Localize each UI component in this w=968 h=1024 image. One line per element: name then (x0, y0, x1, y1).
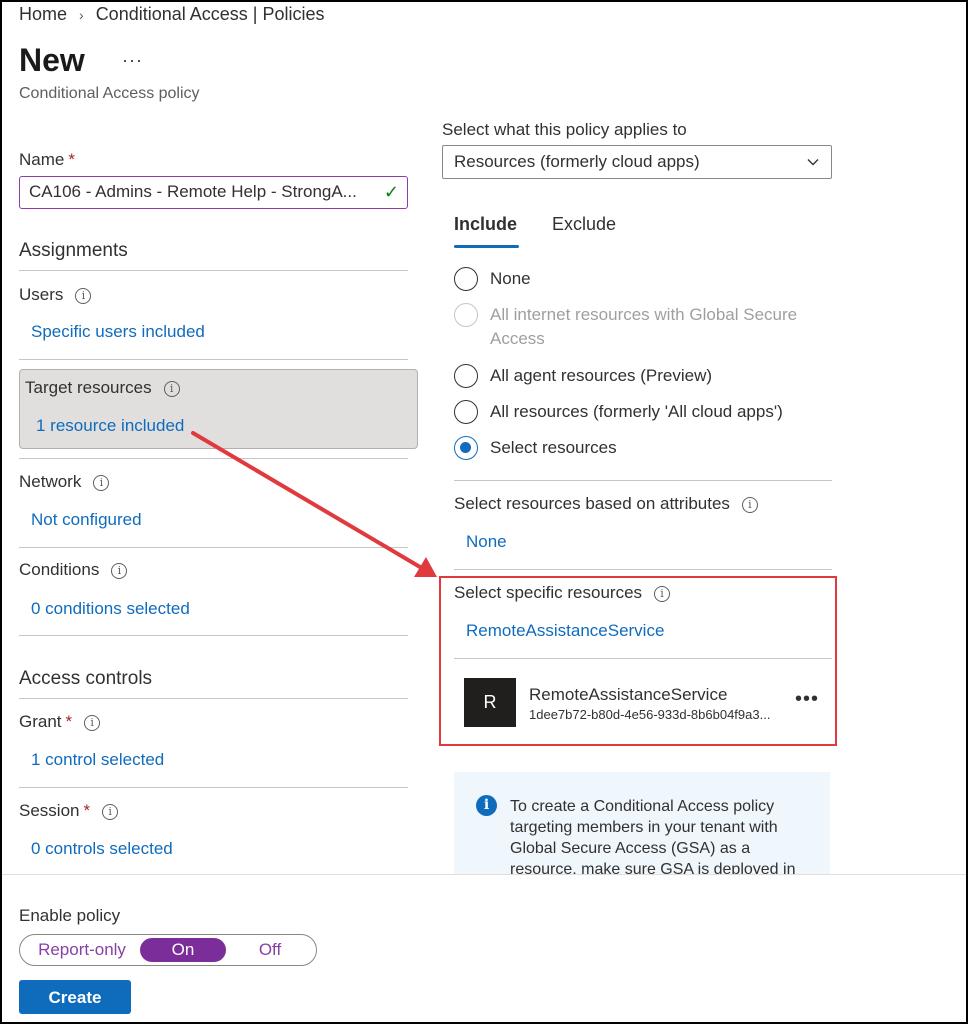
divider (19, 458, 408, 459)
attributes-label: Select resources based on attributes i (454, 494, 758, 514)
breadcrumb-home[interactable]: Home (19, 4, 67, 25)
info-notice-text: To create a Conditional Access policy ta… (510, 798, 796, 874)
access-controls-heading: Access controls (19, 668, 153, 689)
divider (454, 569, 832, 570)
info-notice: i To create a Conditional Access policy … (454, 772, 830, 874)
chevron-right-icon: › (79, 6, 84, 23)
divider (19, 547, 408, 548)
session-link[interactable]: 0 controls selected (31, 839, 173, 859)
info-icon[interactable]: i (163, 381, 180, 397)
required-marker: * (68, 150, 75, 169)
enable-policy-label: Enable policy (19, 906, 121, 925)
info-icon[interactable]: i (93, 475, 110, 491)
page-subtitle: Conditional Access policy (19, 85, 200, 102)
active-tab-indicator (454, 245, 519, 248)
radio-option-select-resources[interactable]: Select resources (454, 436, 617, 460)
required-marker: * (65, 712, 73, 731)
radio-button[interactable] (454, 267, 478, 291)
info-icon[interactable]: i (741, 497, 758, 513)
radio-option-internet-resources: All internet resources with Global Secur… (454, 303, 834, 351)
network-label: Network i (19, 472, 110, 492)
policy-name-value: CA106 - Admins - Remote Help - StrongA..… (29, 182, 357, 201)
page-title: New (19, 42, 85, 78)
divider (19, 359, 408, 360)
info-icon[interactable]: i (75, 288, 92, 304)
applies-to-value: Resources (formerly cloud apps) (454, 152, 700, 171)
session-label: Session * i (19, 801, 119, 821)
toggle-option-report-only[interactable]: Report-only (32, 935, 132, 965)
divider (19, 270, 408, 271)
breadcrumb-current[interactable]: Conditional Access | Policies (96, 4, 325, 25)
radio-button[interactable] (454, 364, 478, 388)
conditions-link[interactable]: 0 conditions selected (31, 599, 190, 619)
resource-avatar: R (464, 678, 516, 727)
divider (454, 658, 832, 659)
breadcrumb: Home › Conditional Access | Policies (19, 4, 324, 25)
name-label: Name * (19, 150, 75, 169)
resource-id: 1dee7b72-b80d-4e56-933d-8b6b04f9a3... (529, 707, 771, 722)
divider (19, 698, 408, 699)
divider (19, 635, 408, 636)
divider (19, 787, 408, 788)
divider (454, 480, 832, 481)
resource-more-icon[interactable]: ••• (795, 688, 819, 711)
enable-policy-toggle[interactable]: Report-only On Off (19, 934, 317, 966)
radio-option-agent-resources[interactable]: All agent resources (Preview) (454, 364, 712, 388)
grant-label: Grant * i (19, 712, 101, 732)
target-resources-label: Target resources i (25, 378, 180, 398)
info-icon[interactable]: i (111, 563, 128, 579)
grant-link[interactable]: 1 control selected (31, 750, 164, 770)
specific-resources-label: Select specific resources i (454, 583, 671, 603)
radio-button (454, 303, 478, 327)
conditions-label: Conditions i (19, 560, 128, 580)
attributes-link[interactable]: None (466, 532, 507, 552)
radio-option-none[interactable]: None (454, 267, 531, 291)
resource-name: RemoteAssistanceService (529, 685, 728, 704)
network-link[interactable]: Not configured (31, 510, 142, 530)
users-link[interactable]: Specific users included (31, 322, 205, 342)
users-label: Users i (19, 285, 92, 305)
radio-button[interactable] (454, 400, 478, 424)
info-icon[interactable]: i (84, 715, 101, 731)
applies-to-label: Select what this policy applies to (442, 120, 687, 139)
tab-include[interactable]: Include (454, 214, 517, 235)
specific-resources-link[interactable]: RemoteAssistanceService (466, 621, 664, 641)
create-button[interactable]: Create (19, 980, 131, 1014)
required-marker: * (83, 801, 91, 820)
assignments-heading: Assignments (19, 240, 128, 261)
info-filled-icon: i (476, 795, 497, 816)
policy-name-input[interactable]: CA106 - Admins - Remote Help - StrongA..… (19, 176, 408, 209)
applies-to-dropdown[interactable]: Resources (formerly cloud apps) (442, 145, 832, 179)
target-resources-link[interactable]: 1 resource included (36, 416, 184, 436)
info-icon[interactable]: i (654, 586, 671, 602)
tab-exclude[interactable]: Exclude (552, 214, 616, 235)
radio-button[interactable] (454, 436, 478, 460)
annotation-arrow-head (414, 557, 437, 577)
info-icon[interactable]: i (102, 804, 119, 820)
toggle-option-off[interactable]: Off (242, 935, 298, 965)
radio-option-all-resources[interactable]: All resources (formerly 'All cloud apps'… (454, 400, 783, 424)
footer-divider (0, 874, 968, 875)
checkmark-icon: ✓ (383, 182, 399, 202)
chevron-down-icon (807, 159, 819, 166)
toggle-option-on[interactable]: On (140, 938, 226, 962)
more-options-icon[interactable]: ··· (122, 50, 143, 71)
